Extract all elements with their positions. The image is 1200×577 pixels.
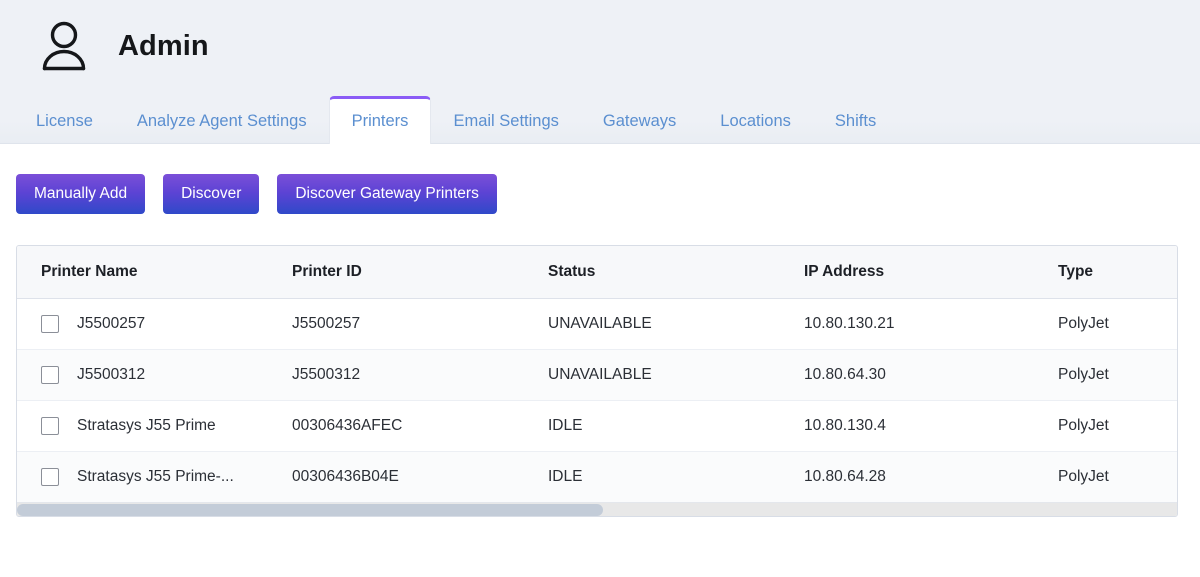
toolbar: Manually Add Discover Discover Gateway P… (0, 144, 1200, 214)
cell-printer-id: J5500312 (292, 349, 548, 401)
cell-printer-id: 00306436B04E (292, 451, 548, 502)
column-header-ip-address[interactable]: IP Address (804, 246, 1058, 299)
row-checkbox[interactable] (41, 468, 59, 486)
cell-type: PolyJet (1058, 400, 1177, 452)
tab-label: License (36, 112, 93, 130)
table-row[interactable]: J5500257 J5500257 UNAVAILABLE 10.80.130.… (17, 298, 1177, 350)
table-row[interactable]: Stratasys J55 Prime 00306436AFEC IDLE 10… (17, 400, 1177, 452)
tab-label: Printers (351, 112, 409, 130)
printers-table-container: Printer Name Printer ID Status IP Addres… (16, 245, 1178, 517)
discover-gateway-printers-button[interactable]: Discover Gateway Printers (277, 174, 497, 214)
printer-name-text: Stratasys J55 Prime-... (77, 468, 234, 485)
printer-name-text: J5500257 (77, 315, 146, 332)
cell-type: PolyJet (1058, 349, 1177, 401)
cell-type: PolyJet (1058, 451, 1177, 502)
manually-add-button[interactable]: Manually Add (16, 174, 146, 214)
cell-printer-name: J5500312 (17, 349, 292, 401)
table-row[interactable]: J5500312 J5500312 UNAVAILABLE 10.80.64.3… (17, 349, 1177, 401)
cell-status: IDLE (548, 400, 804, 452)
cell-printer-id: 00306436AFEC (292, 400, 548, 452)
tab-label: Shifts (834, 112, 877, 130)
tab-printers[interactable]: Printers (328, 96, 432, 144)
tab-label: Email Settings (453, 112, 559, 130)
cell-type: PolyJet (1058, 298, 1177, 350)
column-header-status[interactable]: Status (548, 246, 804, 299)
tab-gateways[interactable]: Gateways (581, 99, 698, 144)
cell-printer-name: J5500257 (17, 298, 292, 350)
table-header: Printer Name Printer ID Status IP Addres… (17, 246, 1177, 299)
printers-panel: Manually Add Discover Discover Gateway P… (0, 144, 1200, 577)
page-title: Admin (118, 29, 209, 62)
tab-bar: License Analyze Agent Settings Printers … (0, 92, 1200, 144)
cell-ip-address: 10.80.64.30 (804, 349, 1058, 401)
cell-status: UNAVAILABLE (548, 298, 804, 350)
cell-ip-address: 10.80.64.28 (804, 451, 1058, 502)
printer-name-text: J5500312 (77, 366, 146, 383)
tab-analyze-agent-settings[interactable]: Analyze Agent Settings (115, 99, 329, 144)
tab-email-settings[interactable]: Email Settings (431, 99, 580, 144)
printer-name-text: Stratasys J55 Prime (77, 417, 216, 434)
discover-button[interactable]: Discover (163, 174, 260, 214)
person-icon (42, 21, 86, 71)
row-checkbox[interactable] (41, 366, 59, 384)
cell-status: IDLE (548, 451, 804, 502)
printers-table: Printer Name Printer ID Status IP Addres… (17, 246, 1177, 502)
tab-locations[interactable]: Locations (698, 99, 813, 144)
row-checkbox[interactable] (41, 315, 59, 333)
row-checkbox[interactable] (41, 417, 59, 435)
table-body: J5500257 J5500257 UNAVAILABLE 10.80.130.… (17, 298, 1177, 502)
tab-label: Gateways (602, 112, 677, 130)
page-header: Admin (0, 0, 1200, 92)
cell-ip-address: 10.80.130.4 (804, 400, 1058, 452)
scrollbar-thumb[interactable] (17, 504, 603, 516)
cell-ip-address: 10.80.130.21 (804, 298, 1058, 350)
cell-printer-id: J5500257 (292, 298, 548, 350)
tab-license[interactable]: License (14, 99, 115, 144)
cell-printer-name: Stratasys J55 Prime-... (17, 451, 292, 502)
table-row[interactable]: Stratasys J55 Prime-... 00306436B04E IDL… (17, 451, 1177, 502)
table-horizontal-scrollbar[interactable] (17, 502, 1177, 516)
cell-printer-name: Stratasys J55 Prime (17, 400, 292, 452)
column-header-printer-id[interactable]: Printer ID (292, 246, 548, 299)
tab-shifts[interactable]: Shifts (813, 99, 898, 144)
tab-label: Analyze Agent Settings (136, 112, 307, 130)
tab-label: Locations (720, 112, 791, 130)
cell-status: UNAVAILABLE (548, 349, 804, 401)
column-header-printer-name[interactable]: Printer Name (17, 246, 292, 299)
table-header-row: Printer Name Printer ID Status IP Addres… (17, 246, 1177, 299)
column-header-type[interactable]: Type (1058, 246, 1177, 299)
